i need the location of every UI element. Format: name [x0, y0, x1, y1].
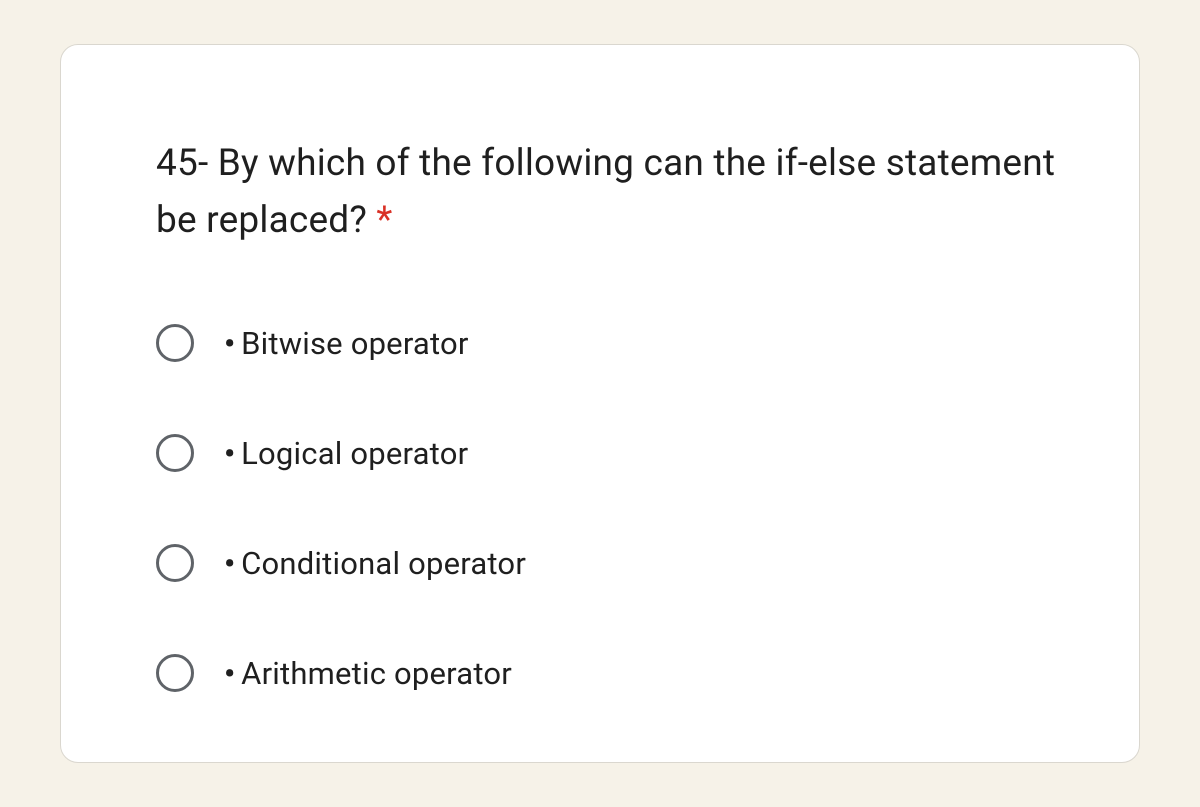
option-label: Arithmetic operator — [241, 655, 512, 692]
option-arithmetic[interactable]: • Arithmetic operator — [156, 654, 1084, 692]
option-label: Conditional operator — [241, 545, 526, 582]
option-label: Bitwise operator — [241, 325, 468, 362]
option-label: Logical operator — [241, 435, 468, 472]
option-conditional[interactable]: • Conditional operator — [156, 544, 1084, 582]
required-marker: * — [376, 199, 392, 242]
radio-icon[interactable] — [156, 654, 194, 692]
bullet-icon: • — [224, 658, 235, 689]
options-group: • Bitwise operator • Logical operator • … — [156, 324, 1084, 692]
question-content: 45- By which of the following can the if… — [156, 142, 1055, 242]
question-card: 45- By which of the following can the if… — [60, 44, 1140, 764]
question-text: 45- By which of the following can the if… — [156, 135, 1084, 250]
bullet-icon: • — [224, 328, 235, 359]
radio-icon[interactable] — [156, 434, 194, 472]
option-logical[interactable]: • Logical operator — [156, 434, 1084, 472]
radio-icon[interactable] — [156, 324, 194, 362]
bullet-icon: • — [224, 438, 235, 469]
option-bitwise[interactable]: • Bitwise operator — [156, 324, 1084, 362]
bullet-icon: • — [224, 548, 235, 579]
radio-icon[interactable] — [156, 544, 194, 582]
